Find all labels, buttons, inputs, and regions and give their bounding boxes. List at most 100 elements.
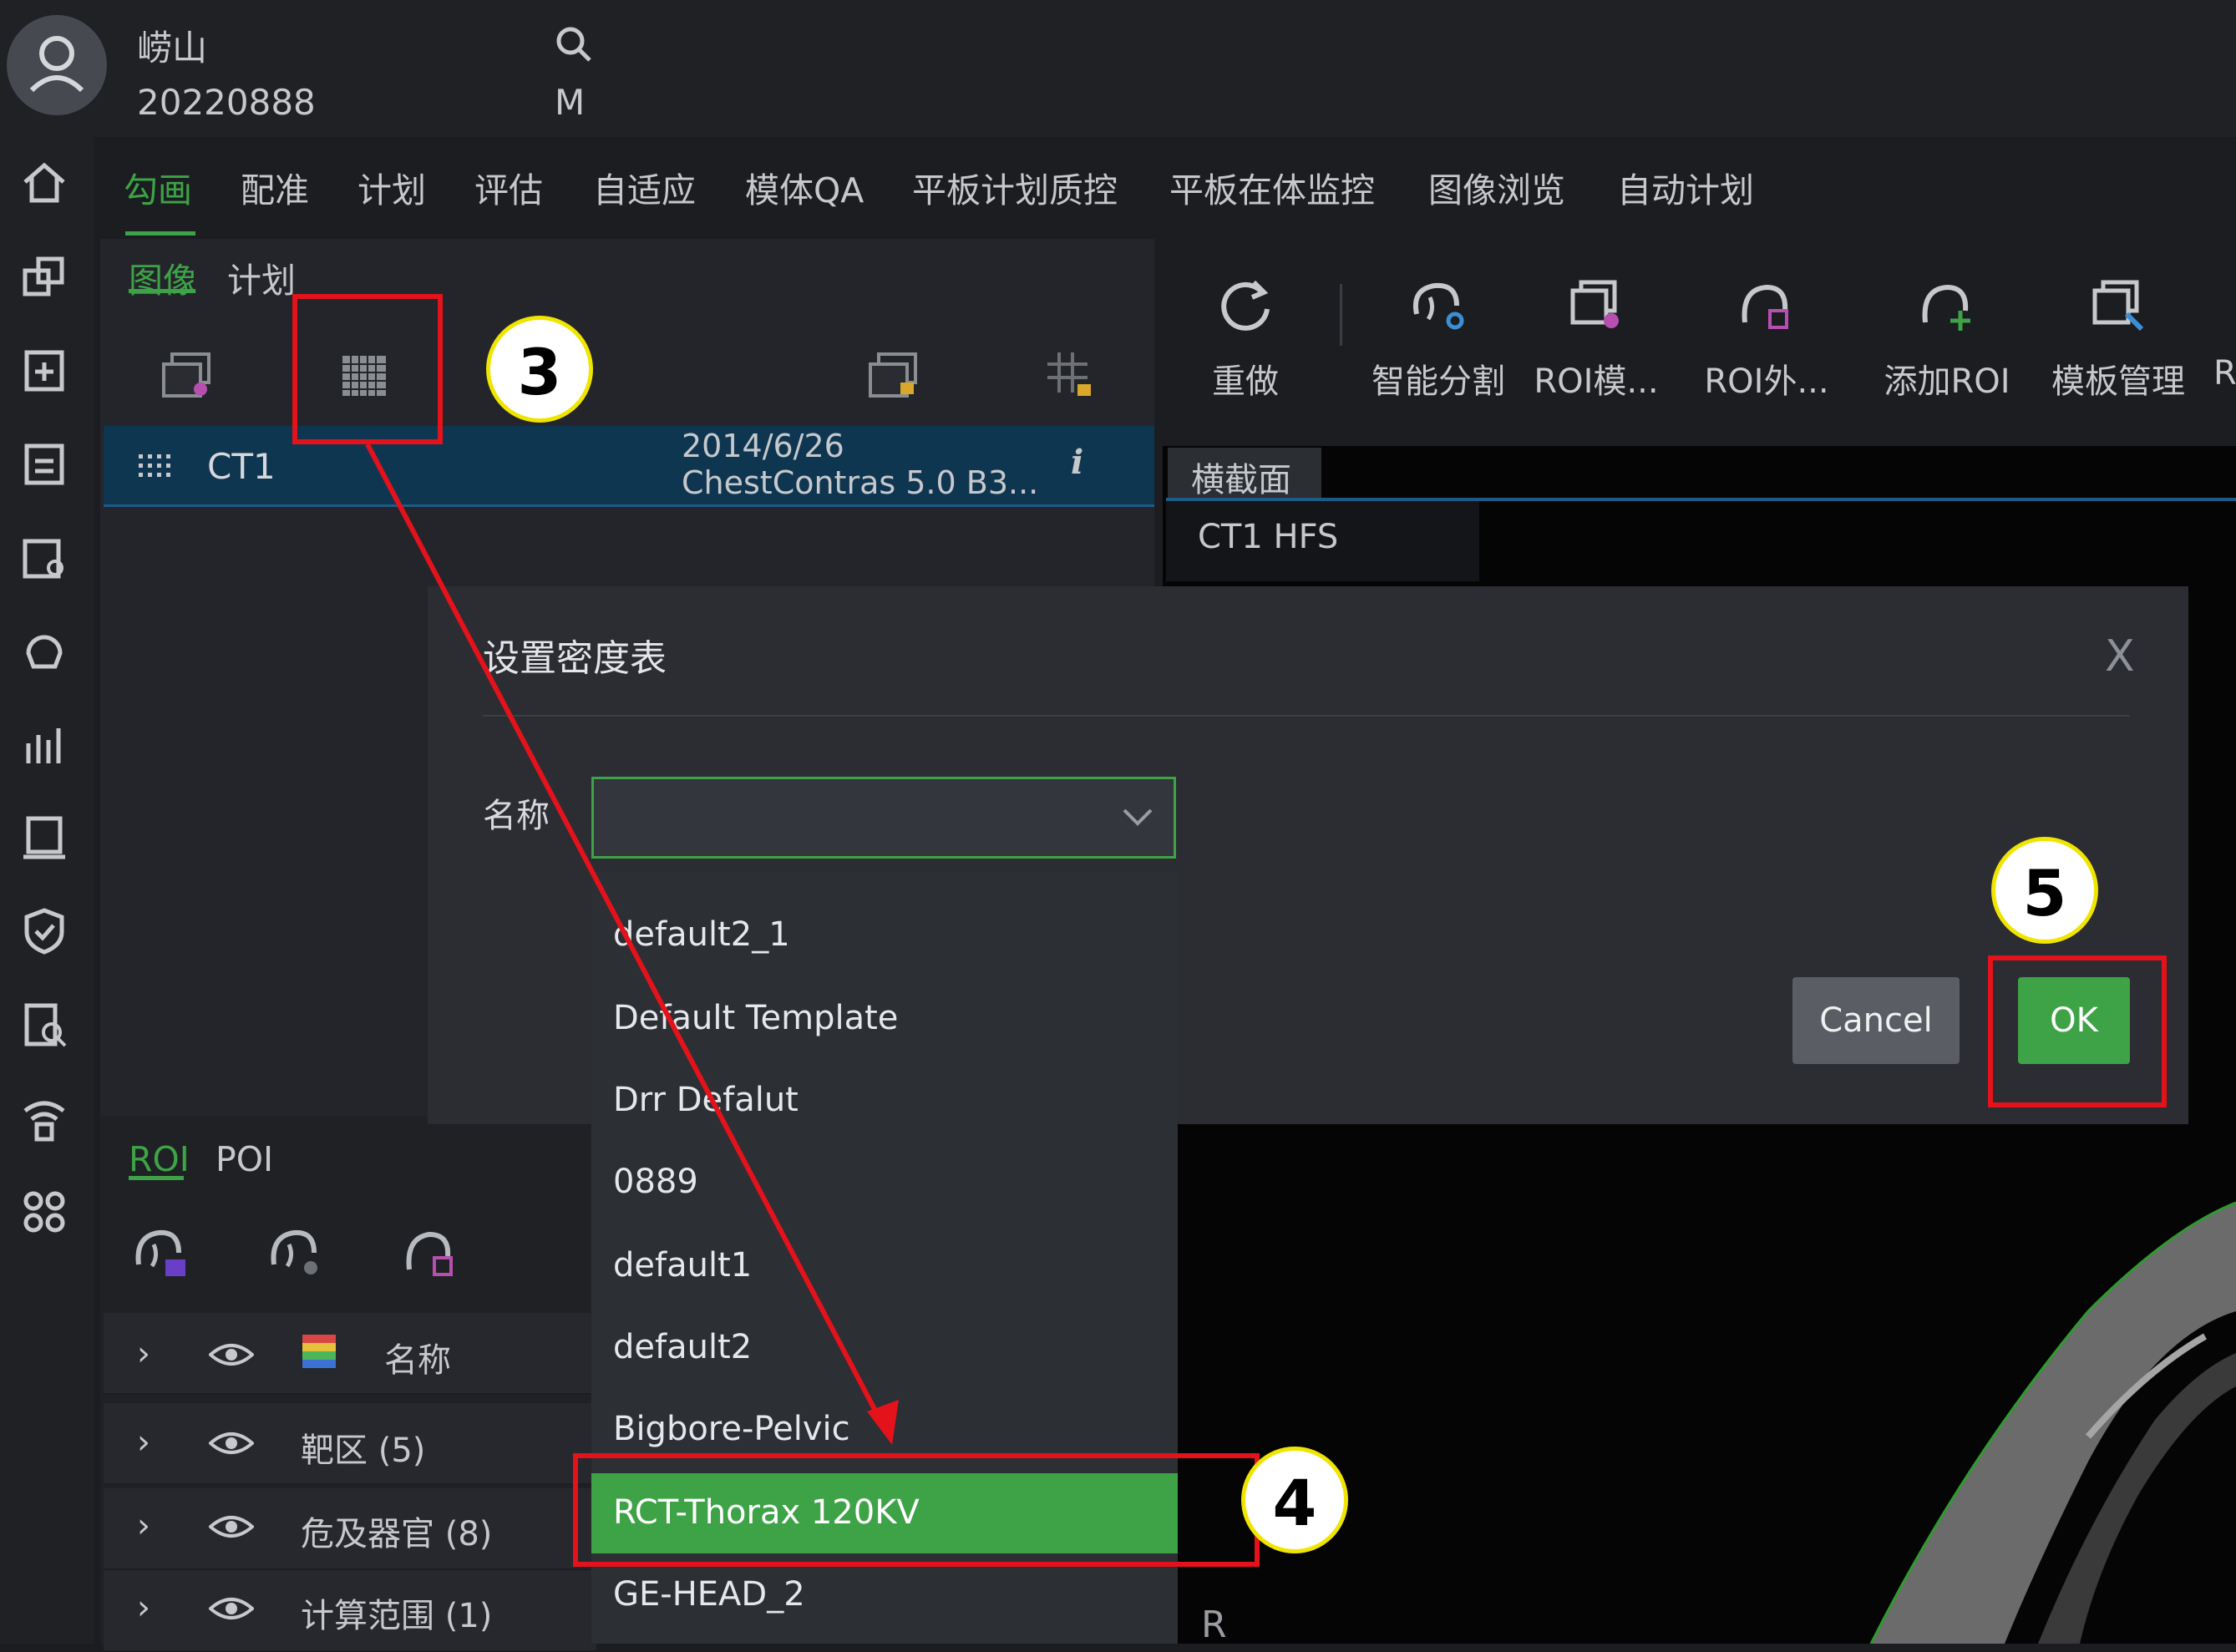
dialog-title: 设置密度表 bbox=[483, 637, 667, 680]
dropdown-option[interactable]: default2 bbox=[613, 1328, 752, 1366]
step-number-5: 5 bbox=[1991, 837, 2098, 944]
expand-chevron-icon[interactable]: › bbox=[137, 1507, 150, 1545]
subtab-image[interactable]: 图像 bbox=[129, 252, 197, 302]
add-clipboard-icon[interactable] bbox=[18, 344, 70, 396]
smart-segment-label: 智能分割 bbox=[1372, 362, 1505, 401]
view-image-info: CT1 HFS bbox=[1198, 518, 1339, 556]
dropdown-option[interactable]: GE-HEAD_2 bbox=[613, 1575, 805, 1614]
image-name: CT1 bbox=[207, 446, 276, 487]
step-number-3: 3 bbox=[486, 316, 593, 423]
patient-name: 崂山 bbox=[137, 28, 208, 68]
chart-icon[interactable] bbox=[18, 718, 70, 770]
toolbar-overflow-item[interactable]: R bbox=[2213, 272, 2236, 393]
number-board-icon[interactable] bbox=[18, 812, 70, 864]
tab-roi[interactable]: ROI bbox=[129, 1139, 190, 1179]
ct-anatomy-image bbox=[1838, 1186, 2236, 1644]
dropdown-option[interactable]: Bigbore-Pelvic bbox=[613, 1410, 850, 1448]
dropdown-option[interactable]: default2_1 bbox=[613, 915, 790, 954]
expand-chevron-icon[interactable]: › bbox=[137, 1423, 150, 1462]
dropdown-option[interactable]: Default Template bbox=[613, 999, 898, 1037]
add-roi-icon bbox=[1914, 272, 1980, 339]
template-manage-label: 模板管理 bbox=[2051, 362, 2185, 401]
dropdown-option[interactable]: Drr Defalut bbox=[613, 1081, 799, 1119]
tab-auto-plan[interactable]: 自动计划 bbox=[1617, 162, 1754, 212]
signal-icon[interactable] bbox=[18, 1092, 70, 1144]
tab-plan[interactable]: 计划 bbox=[357, 162, 426, 212]
roi-outer-icon bbox=[1733, 272, 1800, 339]
eye-icon[interactable] bbox=[207, 1595, 256, 1622]
close-icon[interactable]: X bbox=[2105, 631, 2135, 682]
auto-segment-icon[interactable] bbox=[266, 1221, 326, 1281]
eye-icon[interactable] bbox=[207, 1513, 256, 1540]
roi-template-label: ROI模... bbox=[1534, 362, 1659, 401]
toolbar-divider bbox=[1340, 284, 1342, 346]
expand-chevron-icon[interactable]: › bbox=[137, 1589, 150, 1627]
command-icon[interactable] bbox=[18, 1186, 70, 1238]
grid-dots-icon bbox=[139, 454, 172, 478]
redo-button[interactable]: 重做 bbox=[1191, 272, 1300, 403]
tab-epid-in-vivo[interactable]: 平板在体监控 bbox=[1169, 162, 1375, 212]
expand-chevron-icon[interactable]: › bbox=[137, 1335, 150, 1373]
head-scan-icon[interactable] bbox=[18, 625, 70, 677]
roi-group-label: 靶区 (5) bbox=[301, 1432, 426, 1470]
annotation-box-step5 bbox=[1988, 955, 2167, 1107]
search-icon[interactable] bbox=[553, 23, 595, 65]
cancel-button[interactable]: Cancel bbox=[1792, 977, 1960, 1064]
chevron-down-icon[interactable] bbox=[1118, 800, 1158, 834]
roi-outline-icon[interactable] bbox=[399, 1221, 459, 1281]
tab-epid-plan-qa[interactable]: 平板计划质控 bbox=[912, 162, 1118, 212]
image-description: ChestContras 5.0 B3... bbox=[682, 464, 1039, 501]
tab-phantom-qa[interactable]: 模体QA bbox=[745, 162, 864, 212]
roi-header-row bbox=[104, 1313, 596, 1395]
grid-lock-icon[interactable] bbox=[1041, 346, 1101, 406]
roi-group-label: 计算范围 (1) bbox=[301, 1597, 493, 1635]
clipboard-icon[interactable] bbox=[18, 438, 70, 489]
tab-registration[interactable]: 配准 bbox=[241, 162, 309, 212]
color-palette-icon bbox=[302, 1335, 336, 1368]
calendar-user-icon[interactable] bbox=[18, 531, 70, 583]
dropdown-option[interactable]: 0889 bbox=[613, 1163, 698, 1201]
tab-evaluation[interactable]: 评估 bbox=[474, 162, 543, 212]
add-roi-label: 添加ROI bbox=[1884, 362, 2010, 401]
user-avatar-icon[interactable] bbox=[7, 15, 107, 115]
dropdown-option[interactable]: default1 bbox=[613, 1246, 752, 1285]
tab-image-browse[interactable]: 图像浏览 bbox=[1428, 162, 1565, 212]
tab-contour[interactable]: 勾画 bbox=[124, 162, 192, 212]
patient-sex: M bbox=[555, 82, 586, 123]
windows-icon[interactable] bbox=[18, 251, 70, 302]
add-roi-button[interactable]: 添加ROI bbox=[1876, 272, 2018, 403]
roi-outer-label: ROI外... bbox=[1704, 362, 1829, 401]
shield-icon[interactable] bbox=[18, 905, 70, 957]
roi-template-icon bbox=[1563, 272, 1630, 339]
tab-poi[interactable]: POI bbox=[215, 1139, 273, 1179]
roi-template-button[interactable]: ROI模... bbox=[1534, 272, 1659, 403]
home-icon[interactable] bbox=[18, 157, 70, 209]
info-icon[interactable]: i bbox=[1071, 443, 1083, 482]
subtab-plan[interactable]: 计划 bbox=[227, 252, 296, 302]
name-field-label: 名称 bbox=[483, 797, 550, 835]
density-table-select[interactable] bbox=[591, 777, 1176, 859]
redo-icon bbox=[1212, 272, 1279, 339]
subtab-underline bbox=[129, 289, 195, 293]
dialog-divider bbox=[483, 715, 2130, 717]
roi-outer-button[interactable]: ROI外... bbox=[1704, 272, 1829, 403]
orientation-label: R bbox=[1201, 1604, 1227, 1646]
tab-adaptive[interactable]: 自适应 bbox=[593, 162, 696, 212]
active-tab-underline bbox=[125, 231, 195, 236]
smart-segment-button[interactable]: 智能分割 bbox=[1363, 272, 1513, 403]
roi-group-label: 危及器官 (8) bbox=[301, 1515, 493, 1553]
brain-segment-icon bbox=[1405, 272, 1472, 339]
patient-id: 20220888 bbox=[137, 82, 316, 123]
import-image-icon[interactable] bbox=[157, 346, 217, 406]
lock-image-icon[interactable] bbox=[864, 346, 924, 406]
template-manage-icon bbox=[2085, 272, 2152, 339]
eye-icon[interactable] bbox=[207, 1341, 256, 1368]
roi-name-column: 名称 bbox=[384, 1341, 451, 1380]
toolbar-overflow-label: R bbox=[2213, 354, 2236, 393]
redo-label: 重做 bbox=[1212, 362, 1279, 401]
eye-icon[interactable] bbox=[207, 1430, 256, 1457]
template-manage-button[interactable]: 模板管理 bbox=[2043, 272, 2193, 403]
hu-segment-icon[interactable] bbox=[130, 1221, 190, 1281]
axial-view-label: 横截面 bbox=[1191, 461, 1291, 499]
document-search-icon[interactable] bbox=[18, 999, 70, 1051]
